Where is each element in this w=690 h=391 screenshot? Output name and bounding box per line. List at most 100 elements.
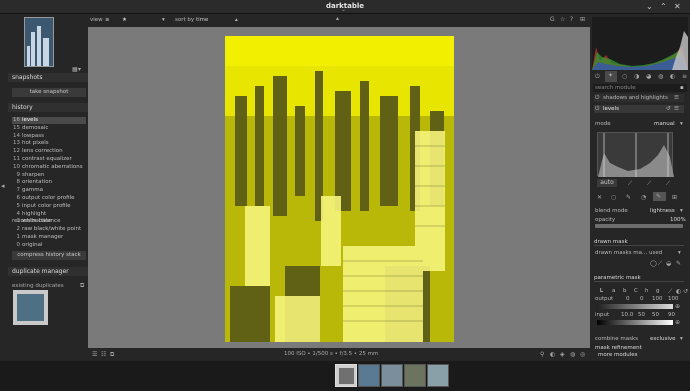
grey-picker-icon[interactable]: ⟋ xyxy=(647,180,651,188)
input-gradient-slider[interactable] xyxy=(597,320,673,325)
history-item[interactable]: 13 hot pixels xyxy=(12,140,86,147)
second-window-icon[interactable]: ⧉ xyxy=(110,351,114,359)
chevron-down-icon[interactable]: ▾ xyxy=(678,250,681,256)
gamut-check-icon[interactable]: ◈ xyxy=(560,351,565,358)
chevron-down-icon[interactable]: ⌄ xyxy=(341,6,346,13)
chevron-down-icon[interactable]: ▾ xyxy=(680,121,683,127)
show-mask-icon[interactable]: ◒ xyxy=(666,260,671,267)
snapshots-header[interactable]: snapshots xyxy=(8,73,88,82)
duplicate-thumbnail[interactable] xyxy=(13,290,48,325)
blend-mode-select[interactable]: lightness xyxy=(650,208,675,214)
add-circle-icon[interactable]: ◯ xyxy=(650,260,657,267)
duplicate-manager-header[interactable]: duplicate manager xyxy=(8,267,88,276)
preferences-icon[interactable]: ⊞ xyxy=(580,16,585,23)
opacity-slider[interactable] xyxy=(595,224,683,228)
rating-filter-chevron-icon[interactable]: ▾ xyxy=(162,17,165,23)
histogram[interactable] xyxy=(592,17,688,70)
history-item[interactable]: 10 chromatic aberrations xyxy=(12,164,86,171)
navigation-thumbnail[interactable] xyxy=(24,17,54,67)
add-duplicate-icon[interactable]: ⧉ xyxy=(80,282,84,290)
history-header[interactable]: history xyxy=(8,103,88,112)
image-canvas[interactable] xyxy=(88,27,590,348)
close-icon[interactable]: ✕ xyxy=(674,2,681,11)
search-module-input[interactable]: search module ▪ xyxy=(593,84,687,92)
tab-active-modules[interactable]: ✦ xyxy=(605,71,617,82)
sort-select[interactable]: time xyxy=(196,17,208,23)
view-filter[interactable]: ≥ xyxy=(105,17,115,23)
compress-history-button[interactable]: compress history stack xyxy=(12,251,86,260)
history-item[interactable]: 6 output color profile xyxy=(12,195,86,202)
reset-icon[interactable]: ↺ xyxy=(666,105,671,113)
minimize-icon[interactable]: ⌄ xyxy=(646,2,653,11)
grouping-icon[interactable]: G xyxy=(550,16,555,23)
chevron-down-icon[interactable]: ▾ xyxy=(78,66,81,73)
filmstrip-thumb[interactable] xyxy=(358,364,380,387)
channel-tab-l[interactable]: L xyxy=(600,288,603,294)
maximize-icon[interactable]: ⌃ xyxy=(660,2,667,11)
shadows-highlights-header[interactable]: ⏻ shadows and highlights ☰ xyxy=(594,94,684,102)
power-icon[interactable]: ⏻ xyxy=(595,94,599,102)
history-item[interactable]: 1 mask manager xyxy=(12,234,86,241)
filmstrip-thumb-current[interactable] xyxy=(335,364,357,387)
history-item[interactable]: 5 input color profile xyxy=(12,203,86,210)
filmstrip-thumb[interactable] xyxy=(427,364,449,387)
filmstrip-thumb[interactable] xyxy=(404,364,426,387)
blend-drawn-icon[interactable]: ✎ xyxy=(626,194,631,201)
blend-uniform-icon[interactable]: ○ xyxy=(611,194,616,201)
left-panel-collapse-icon[interactable]: ◂ xyxy=(1,182,5,190)
more-modules-button[interactable]: more modules xyxy=(598,352,637,358)
power-icon[interactable]: ⏻ xyxy=(595,73,600,81)
blend-drawn-parametric-button[interactable]: ✎ xyxy=(653,192,666,201)
softproof-icon[interactable]: ◐ xyxy=(550,351,555,358)
history-item[interactable]: 0 original xyxy=(12,242,86,249)
tone-group-icon[interactable]: ◑ xyxy=(634,73,639,80)
history-item[interactable]: 3 white balance xyxy=(12,218,86,225)
add-icon[interactable]: ⊕ xyxy=(675,319,680,326)
history-item[interactable]: 12 lens correction xyxy=(12,148,86,155)
history-item[interactable]: 2 raw black/white point xyxy=(12,226,86,233)
chevron-down-icon[interactable]: ▾ xyxy=(680,208,683,214)
color-group-icon[interactable]: ◕ xyxy=(646,73,651,80)
effect-group-icon[interactable]: ◐ xyxy=(670,73,675,80)
correct-group-icon[interactable]: ◍ xyxy=(658,73,663,80)
edit-mask-icon[interactable]: ✎ xyxy=(676,260,681,267)
history-item[interactable]: 11 contrast equalizer xyxy=(12,156,86,163)
channel-tab-a[interactable]: a xyxy=(612,288,615,294)
color-picker-icon[interactable]: ⟋ xyxy=(668,288,672,296)
rating-filter[interactable]: ★ xyxy=(122,17,127,23)
output-gradient-slider[interactable] xyxy=(597,304,673,309)
mode-select[interactable]: manual xyxy=(654,121,675,127)
help-icon[interactable]: ? xyxy=(570,16,573,23)
drawn-mask-select[interactable]: drawn masks ma... used xyxy=(595,250,662,256)
top-panel-collapse-icon[interactable]: ▴ xyxy=(336,15,339,22)
levels-header[interactable]: ⏻ levels ↺ ☰ xyxy=(594,105,684,113)
power-icon[interactable]: ⏻ xyxy=(595,105,599,113)
overexposed-icon[interactable]: ◍ xyxy=(570,351,575,358)
history-item[interactable]: 7 gamma xyxy=(12,187,86,194)
styles-icon[interactable]: ☷ xyxy=(101,351,106,358)
invert-icon[interactable]: ◐ xyxy=(676,288,681,295)
auto-button[interactable]: auto xyxy=(597,179,617,187)
combine-masks-select[interactable]: exclusive xyxy=(650,336,676,342)
basic-group-icon[interactable]: ○ xyxy=(622,73,627,80)
reset-icon[interactable]: ↺ xyxy=(683,288,688,295)
history-item[interactable]: 16 levels xyxy=(12,117,86,124)
raw-overexposed-icon[interactable]: ◎ xyxy=(580,351,585,358)
channel-tab-h[interactable]: h xyxy=(645,288,649,294)
grid-icon[interactable]: ▦ xyxy=(72,66,78,73)
presets-icon[interactable]: ☰ xyxy=(674,105,679,113)
history-item[interactable]: 9 sharpen xyxy=(12,172,86,179)
channel-tab-g[interactable]: g xyxy=(656,288,660,294)
add-icon[interactable]: ⊕ xyxy=(675,303,680,310)
channel-tab-c[interactable]: C xyxy=(634,288,638,294)
history-item[interactable]: 4 highlight reconstruction xyxy=(12,211,86,224)
levels-histogram[interactable] xyxy=(597,132,674,177)
take-snapshot-button[interactable]: take snapshot xyxy=(12,88,86,97)
chevron-down-icon[interactable]: ▾ xyxy=(680,336,683,342)
add-path-icon[interactable]: ⟋ xyxy=(658,260,662,268)
blend-raster-icon[interactable]: ⊞ xyxy=(672,194,677,201)
presets-icon[interactable]: ☰ xyxy=(674,94,679,102)
history-item[interactable]: 14 lowpass xyxy=(12,133,86,140)
sort-order-icon[interactable]: ▴ xyxy=(235,17,238,23)
channel-tab-b[interactable]: b xyxy=(623,288,627,294)
